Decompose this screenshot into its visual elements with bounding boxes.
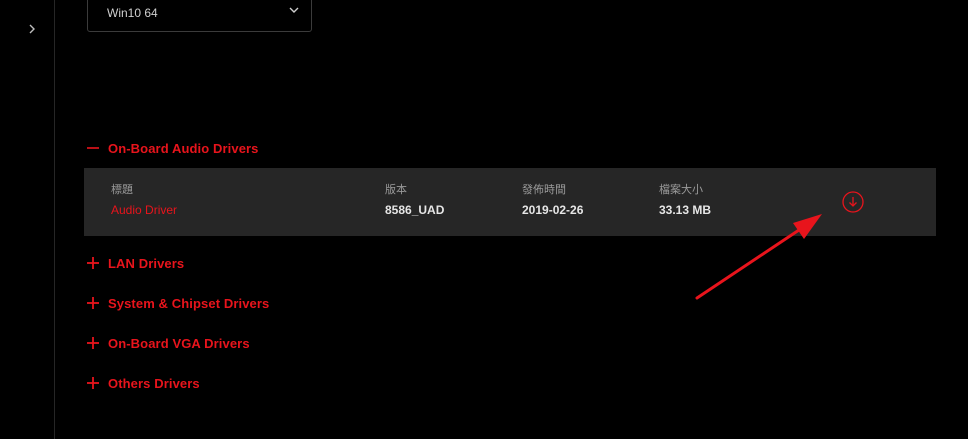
sidebar-toggle-button[interactable] <box>22 18 42 40</box>
section-lan-label: LAN Drivers <box>108 255 185 271</box>
driver-release-date: 2019-02-26 <box>522 203 584 217</box>
plus-icon <box>87 337 99 349</box>
driver-download-page: Win10 64 On-Board Audio Drivers 標題 版本 發佈… <box>0 0 968 439</box>
chevron-down-icon <box>289 7 299 13</box>
section-audio-drivers[interactable]: On-Board Audio Drivers <box>86 138 259 158</box>
chevron-right-icon <box>29 24 35 34</box>
os-version-select[interactable]: Win10 64 <box>87 0 312 32</box>
download-button[interactable] <box>841 190 865 214</box>
minus-icon <box>87 147 99 149</box>
header-title: 標題 <box>111 183 133 196</box>
section-vga-label: On-Board VGA Drivers <box>108 335 250 351</box>
section-lan-drivers[interactable]: LAN Drivers <box>86 253 184 273</box>
plus-icon <box>87 377 99 389</box>
header-version: 版本 <box>385 183 407 196</box>
section-others-label: Others Drivers <box>108 375 200 391</box>
left-sidebar-rail <box>0 0 55 439</box>
table-row: 標題 版本 發佈時間 檔案大小 Audio Driver 8586_UAD 20… <box>84 168 936 236</box>
driver-file-size: 33.13 MB <box>659 203 712 217</box>
section-chipset-label: System & Chipset Drivers <box>108 295 270 311</box>
header-release-date: 發佈時間 <box>522 183 566 196</box>
driver-title-link[interactable]: Audio Driver <box>111 203 177 217</box>
plus-icon <box>87 257 99 269</box>
section-audio-label: On-Board Audio Drivers <box>108 140 259 156</box>
plus-icon <box>87 297 99 309</box>
section-vga-drivers[interactable]: On-Board VGA Drivers <box>86 333 250 353</box>
driver-version: 8586_UAD <box>385 203 445 217</box>
section-others-drivers[interactable]: Others Drivers <box>86 373 200 393</box>
download-icon <box>842 191 864 213</box>
header-file-size: 檔案大小 <box>659 183 703 196</box>
os-select-value: Win10 64 <box>107 6 158 20</box>
section-chipset-drivers[interactable]: System & Chipset Drivers <box>86 293 269 313</box>
